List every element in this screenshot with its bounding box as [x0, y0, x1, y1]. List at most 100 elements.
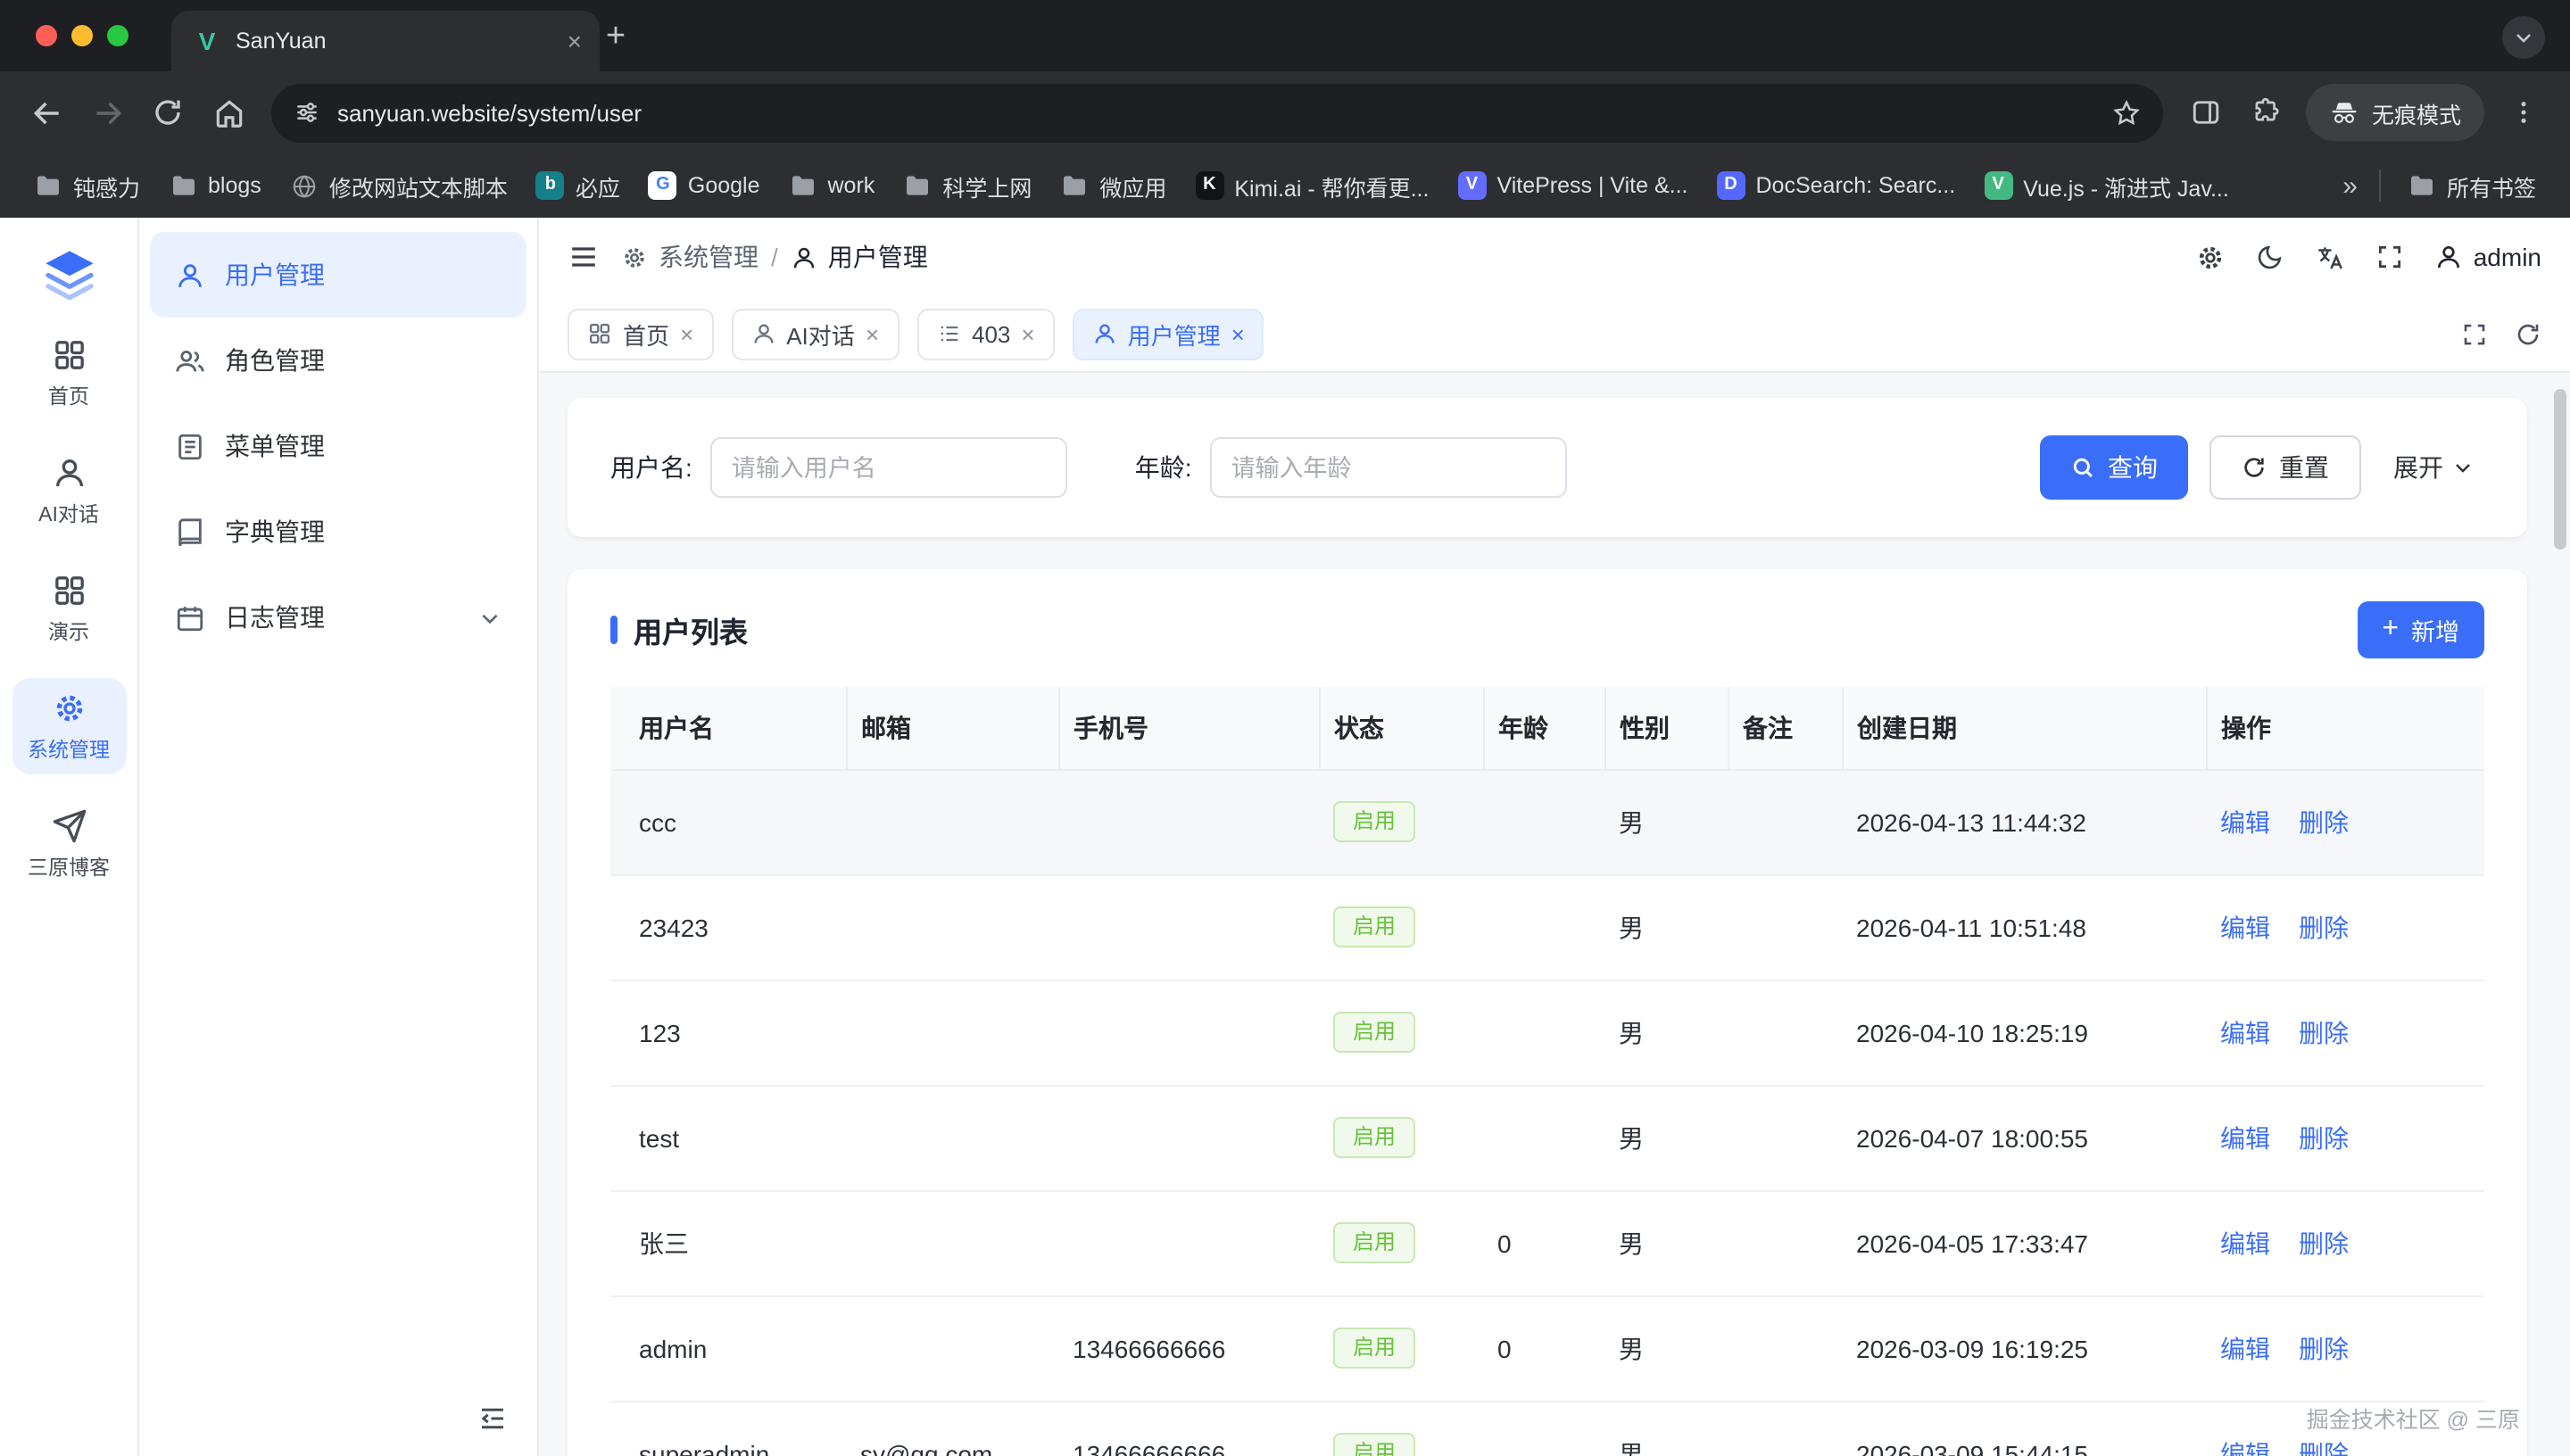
refresh-icon[interactable]: [2515, 320, 2541, 347]
bookmarks-list: 钝感力 blogs 修改网站文本脚本 b 必应 G Google work 科学…: [21, 161, 2242, 210]
bookmarks-overflow-icon[interactable]: »: [2335, 170, 2365, 201]
bookmark-item[interactable]: work: [776, 164, 888, 207]
main-area: 系统管理 / 用户管理 admin: [539, 218, 2570, 1456]
browser-toolbar: sanyuan.website/system/user 无痕模式: [0, 71, 2570, 153]
delete-link[interactable]: 删除: [2299, 1228, 2349, 1257]
delete-link[interactable]: 删除: [2299, 913, 2349, 941]
settings-gear-icon[interactable]: [2195, 242, 2226, 272]
table-row: 23423 启用 男 2026-04-11 10:51:48 编辑删除: [610, 874, 2484, 980]
edit-link[interactable]: 编辑: [2220, 1334, 2270, 1362]
bookmark-item[interactable]: b 必应: [524, 161, 633, 210]
bookmark-item[interactable]: V Vue.js - 渐进式 Jav...: [1971, 161, 2242, 210]
breadcrumb-section[interactable]: 系统管理: [621, 239, 759, 275]
page-content: 用户名: 年龄: 查询 重置 展开: [539, 373, 2570, 1456]
rail-item-blog[interactable]: 三原博客: [12, 796, 126, 892]
users-icon: [175, 345, 205, 376]
bookmark-label: 科学上网: [942, 169, 1032, 203]
side-panel-icon[interactable]: [2177, 84, 2234, 141]
user-menu[interactable]: admin: [2434, 243, 2541, 271]
browser-menu-icon[interactable]: [2495, 84, 2552, 141]
bookmark-item[interactable]: 微应用: [1048, 161, 1179, 210]
expand-button[interactable]: 展开: [2383, 435, 2484, 500]
close-icon[interactable]: ×: [680, 322, 693, 345]
rail-item-system[interactable]: 系统管理: [12, 678, 126, 774]
edit-link[interactable]: 编辑: [2220, 1439, 2270, 1456]
all-bookmarks-label: 所有书签: [2447, 169, 2536, 203]
forward-button[interactable]: [79, 84, 136, 141]
cell-remark: [1728, 1190, 1842, 1295]
new-tab-button[interactable]: +: [593, 14, 639, 61]
cell-created: 2026-03-09 16:19:25: [1842, 1295, 2206, 1401]
delete-link[interactable]: 删除: [2299, 1018, 2349, 1046]
address-bar[interactable]: sanyuan.website/system/user: [271, 83, 2163, 142]
bookmark-item[interactable]: 修改网站文本脚本: [278, 161, 520, 210]
cell-created: 2026-03-09 15:44:15: [1842, 1401, 2206, 1456]
close-icon[interactable]: ×: [866, 322, 879, 345]
bookmark-item[interactable]: K Kimi.ai - 帮你看更...: [1182, 161, 1441, 210]
hamburger-icon[interactable]: [568, 241, 600, 273]
edit-link[interactable]: 编辑: [2220, 1228, 2270, 1257]
rail-item-ai-chat[interactable]: AI对话: [12, 443, 126, 539]
dark-mode-moon-icon[interactable]: [2256, 243, 2284, 271]
bookmark-item[interactable]: G Google: [636, 164, 773, 207]
bookmark-item[interactable]: blogs: [156, 164, 274, 207]
minimize-window-button[interactable]: [71, 25, 93, 46]
tab-search-button[interactable]: [2502, 16, 2545, 59]
tab-chip-403[interactable]: 403 ×: [916, 308, 1055, 360]
delete-link[interactable]: 删除: [2299, 1439, 2349, 1456]
bookmark-item[interactable]: V VitePress | Vite &...: [1445, 164, 1700, 207]
close-icon[interactable]: ×: [1231, 322, 1245, 345]
edit-link[interactable]: 编辑: [2220, 807, 2270, 836]
cell-email: [846, 1190, 1058, 1295]
reload-button[interactable]: [139, 84, 196, 141]
tab-chip-ai-chat[interactable]: AI对话 ×: [731, 308, 899, 360]
username-filter-input[interactable]: [710, 437, 1067, 498]
rail-item-demo[interactable]: 演示: [12, 560, 126, 657]
bookmark-item[interactable]: D DocSearch: Searc...: [1704, 164, 1969, 207]
delete-link[interactable]: 删除: [2299, 1334, 2349, 1362]
rail-item-home[interactable]: 首页: [12, 325, 126, 421]
col-email: 邮箱: [846, 687, 1058, 769]
reset-button[interactable]: 重置: [2209, 435, 2361, 500]
delete-link[interactable]: 删除: [2299, 1123, 2349, 1152]
menu-item-roles[interactable]: 角色管理: [150, 318, 526, 403]
menu-item-label: 日志管理: [225, 600, 325, 635]
close-window-button[interactable]: [36, 25, 57, 46]
bookmark-item[interactable]: 科学上网: [891, 161, 1044, 210]
bookmark-star-icon[interactable]: [2111, 97, 2142, 128]
menu-item-dictionary[interactable]: 字典管理: [150, 489, 526, 575]
page-scrollbar-thumb[interactable]: [2554, 389, 2566, 550]
delete-link[interactable]: 删除: [2299, 807, 2349, 836]
user-icon: [51, 454, 87, 490]
tab-chip-users[interactable]: 用户管理 ×: [1073, 308, 1264, 360]
fullscreen-icon[interactable]: [2461, 320, 2488, 347]
back-button[interactable]: [18, 84, 75, 141]
translate-icon[interactable]: [2315, 242, 2345, 272]
fullscreen-icon[interactable]: [2375, 243, 2404, 271]
all-bookmarks-button[interactable]: 所有书签: [2395, 161, 2549, 210]
tab-chip-home[interactable]: 首页 ×: [568, 308, 713, 360]
cell-age: [1483, 980, 1604, 1085]
edit-link[interactable]: 编辑: [2220, 913, 2270, 941]
tab-close-icon[interactable]: ×: [568, 29, 582, 54]
browser-tab[interactable]: V SanYuan ×: [171, 11, 600, 71]
bookmark-item[interactable]: 钝感力: [21, 161, 153, 210]
close-icon[interactable]: ×: [1021, 322, 1034, 345]
edit-link[interactable]: 编辑: [2220, 1123, 2270, 1152]
menu-item-menus[interactable]: 菜单管理: [150, 403, 526, 489]
home-button[interactable]: [200, 84, 257, 141]
site-info-icon[interactable]: [293, 98, 321, 127]
search-button[interactable]: 查询: [2040, 435, 2188, 500]
menu-item-users[interactable]: 用户管理: [150, 232, 526, 318]
menu-item-logs[interactable]: 日志管理: [150, 575, 526, 660]
cell-gender: 男: [1604, 874, 1728, 980]
app-logo[interactable]: [40, 236, 97, 314]
zoom-window-button[interactable]: [107, 25, 128, 46]
sidebar-collapse-icon[interactable]: [477, 1402, 509, 1435]
edit-link[interactable]: 编辑: [2220, 1018, 2270, 1046]
screen: V SanYuan × + sanyuan.website/system/use…: [0, 0, 2570, 1456]
extensions-icon[interactable]: [2238, 84, 2295, 141]
status-badge: 启用: [1333, 800, 1415, 842]
add-user-button[interactable]: + 新增: [2357, 601, 2484, 658]
age-filter-input[interactable]: [1210, 437, 1567, 498]
